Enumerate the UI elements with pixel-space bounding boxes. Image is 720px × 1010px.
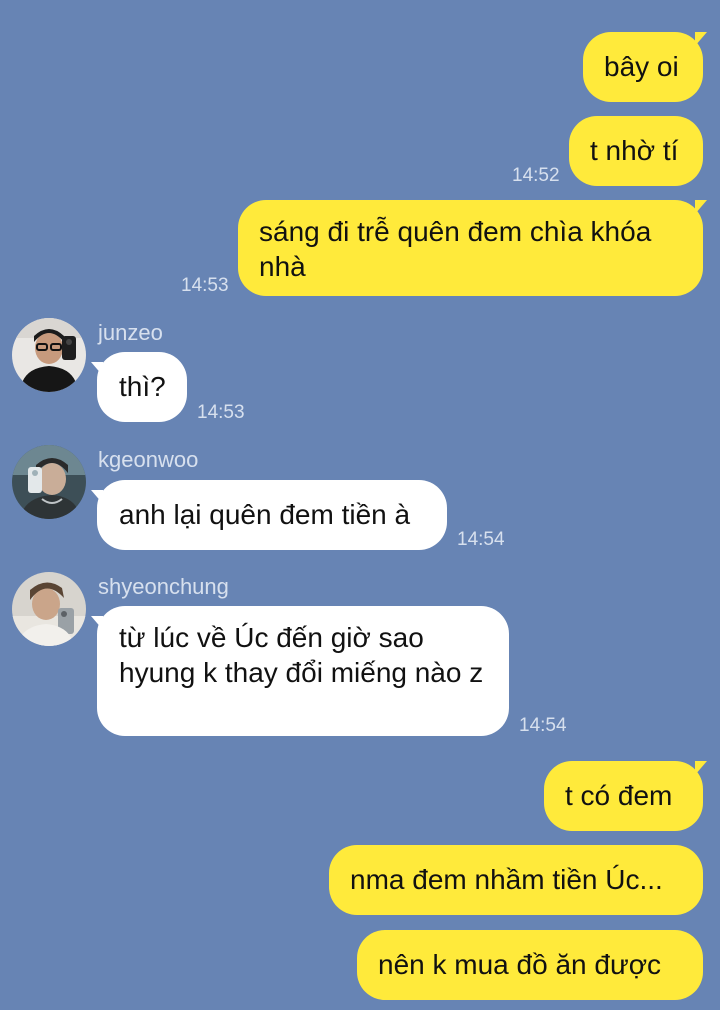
bubble-tail (91, 362, 103, 376)
incoming-message-bubble[interactable]: thì? (97, 352, 187, 422)
message-timestamp: 14:54 (457, 529, 505, 550)
bubble-tail (695, 200, 707, 214)
message-text: t có đem (565, 780, 673, 811)
outgoing-message-bubble[interactable]: bây oi (583, 32, 703, 102)
sender-name: kgeonwoo (98, 447, 199, 472)
bubble-tail (91, 490, 103, 504)
message-text: nên k mua đồ ăn được (378, 949, 662, 980)
message-text: sáng đi trễ quên đem chìa khóa nhà (259, 216, 652, 282)
avatar-junzeo[interactable] (12, 318, 86, 392)
outgoing-message-bubble[interactable]: sáng đi trễ quên đem chìa khóa nhà (238, 200, 703, 296)
message-text: bây oi (604, 51, 679, 82)
person-avatar-icon (12, 318, 86, 392)
bubble-tail (91, 616, 103, 630)
message-timestamp: 14:52 (512, 165, 560, 186)
message-timestamp: 14:54 (519, 715, 567, 736)
bubble-tail (695, 761, 707, 775)
message-timestamp: 14:53 (181, 275, 229, 296)
message-text: t nhờ tí (590, 135, 679, 166)
message-text: nma đem nhầm tiền Úc... (350, 864, 663, 895)
outgoing-message-bubble[interactable]: t nhờ tí (569, 116, 703, 186)
incoming-message-bubble[interactable]: từ lúc về Úc đến giờ sao hyung k thay đổ… (97, 606, 509, 736)
message-text: từ lúc về Úc đến giờ sao hyung k thay đổ… (119, 622, 484, 688)
avatar-shyeonchung[interactable] (12, 572, 86, 646)
sender-name: junzeo (98, 320, 163, 345)
bubble-tail (695, 32, 707, 46)
outgoing-message-bubble[interactable]: nên k mua đồ ăn được (357, 930, 703, 1000)
avatar-kgeonwoo[interactable] (12, 445, 86, 519)
message-timestamp: 14:53 (197, 402, 245, 423)
outgoing-message-bubble[interactable]: nma đem nhầm tiền Úc... (329, 845, 703, 915)
message-text: thì? (119, 371, 166, 402)
message-text: anh lại quên đem tiền à (119, 499, 411, 530)
sender-name: shyeonchung (98, 574, 229, 599)
person-avatar-icon (12, 572, 86, 646)
outgoing-message-bubble[interactable]: t có đem (544, 761, 703, 831)
person-avatar-icon (12, 445, 86, 519)
incoming-message-bubble[interactable]: anh lại quên đem tiền à (97, 480, 447, 550)
